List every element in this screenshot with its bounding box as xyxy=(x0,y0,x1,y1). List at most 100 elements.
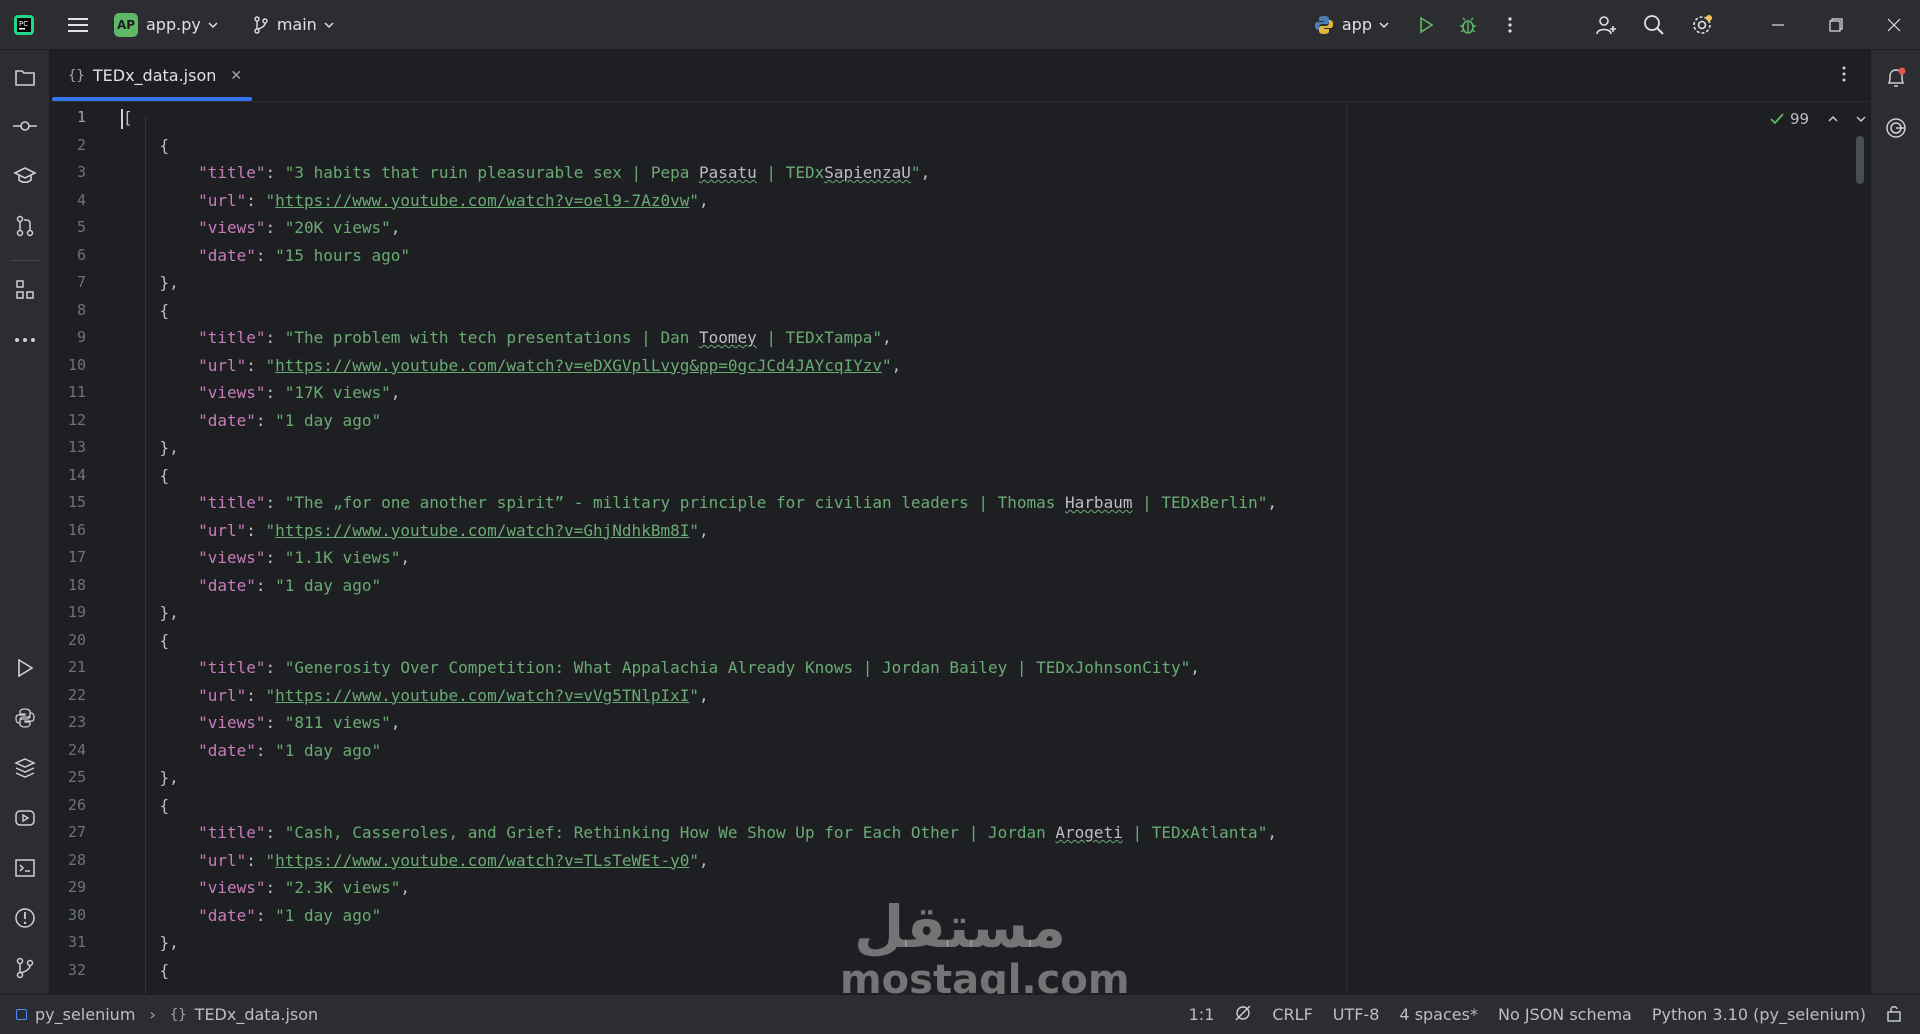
structure-icon[interactable] xyxy=(9,274,41,306)
line-number[interactable]: 18 xyxy=(50,572,86,600)
python-interpreter[interactable]: Python 3.10 (py_selenium) xyxy=(1652,1005,1866,1024)
code-line[interactable]: "title": "The „for one another spirit” -… xyxy=(121,489,1277,517)
code-line[interactable]: "date": "1 day ago" xyxy=(121,737,381,765)
vertical-scrollbar[interactable] xyxy=(1856,136,1864,184)
close-tab-icon[interactable]: ✕ xyxy=(230,68,242,84)
code-line[interactable]: { xyxy=(121,132,170,160)
line-number[interactable]: 21 xyxy=(50,654,86,682)
code-line[interactable]: "title": "The problem with tech presenta… xyxy=(121,324,892,352)
code-token[interactable]: https://www.youtube.com/watch?v=TLsTeWEt… xyxy=(275,851,689,870)
tab-options-icon[interactable] xyxy=(1842,66,1846,86)
code-line[interactable]: "url": "https://www.youtube.com/watch?v=… xyxy=(121,352,901,380)
close-window-icon[interactable] xyxy=(1876,7,1912,43)
code-line[interactable]: "date": "1 day ago" xyxy=(121,572,381,600)
indent-setting[interactable]: 4 spaces* xyxy=(1399,1005,1478,1024)
chevron-up-icon[interactable] xyxy=(1827,113,1839,125)
more-tools-icon[interactable] xyxy=(9,324,41,356)
code-line[interactable]: "views": "17K views", xyxy=(121,379,400,407)
code-line[interactable]: { xyxy=(121,627,170,655)
chevron-down-icon[interactable] xyxy=(1855,113,1867,125)
line-number[interactable]: 4 xyxy=(50,187,86,215)
line-number[interactable]: 7 xyxy=(50,269,86,297)
terminal-icon[interactable] xyxy=(9,852,41,884)
line-number[interactable]: 24 xyxy=(50,737,86,765)
branch-selector[interactable]: main xyxy=(253,15,335,34)
code-line[interactable]: "date": "15 hours ago" xyxy=(121,242,410,270)
learn-icon[interactable] xyxy=(9,160,41,192)
code-line[interactable]: "date": "1 day ago" xyxy=(121,407,381,435)
code-line[interactable]: }, xyxy=(121,269,179,297)
code-line[interactable]: { xyxy=(121,462,170,490)
code-line[interactable]: "title": "Generosity Over Competition: W… xyxy=(121,654,1200,682)
project-selector[interactable]: AP app.py xyxy=(114,12,219,37)
commit-icon[interactable] xyxy=(9,110,41,142)
code-token[interactable]: https://www.youtube.com/watch?v=vVg5TNlp… xyxy=(275,686,689,705)
code-line[interactable]: "url": "https://www.youtube.com/watch?v=… xyxy=(121,847,709,875)
line-number[interactable]: 11 xyxy=(50,379,86,407)
file-encoding[interactable]: UTF-8 xyxy=(1333,1005,1380,1024)
code-line[interactable]: "url": "https://www.youtube.com/watch?v=… xyxy=(121,682,709,710)
line-number[interactable]: 10 xyxy=(50,352,86,380)
restore-icon[interactable] xyxy=(1818,7,1854,43)
line-number[interactable]: 28 xyxy=(50,847,86,875)
code-line[interactable]: "url": "https://www.youtube.com/watch?v=… xyxy=(121,517,709,545)
code-line[interactable]: "views": "811 views", xyxy=(121,709,400,737)
code-line[interactable]: "title": "3 habits that ruin pleasurable… xyxy=(121,159,930,187)
line-number[interactable]: 2 xyxy=(50,132,86,160)
tab-tedx-data-json[interactable]: {} TEDx_data.json ✕ xyxy=(52,50,252,101)
line-number[interactable]: 20 xyxy=(50,627,86,655)
settings-gear-icon[interactable] xyxy=(1684,7,1720,43)
inspections-off-icon[interactable] xyxy=(1234,1004,1252,1026)
caret-position[interactable]: 1:1 xyxy=(1189,1005,1215,1024)
code-line[interactable]: "title": "Cash, Casseroles, and Grief: R… xyxy=(121,819,1277,847)
code-token[interactable]: https://www.youtube.com/watch?v=eDXGVplL… xyxy=(275,356,882,375)
run-icon[interactable] xyxy=(1408,7,1444,43)
code-line[interactable]: { xyxy=(121,297,170,325)
breadcrumb-project[interactable]: py_selenium xyxy=(35,1005,135,1024)
line-number[interactable]: 16 xyxy=(50,517,86,545)
main-menu-icon[interactable] xyxy=(60,7,96,43)
pull-requests-icon[interactable] xyxy=(9,210,41,242)
line-number[interactable]: 8 xyxy=(50,297,86,325)
code-line[interactable]: }, xyxy=(121,434,179,462)
more-actions-icon[interactable] xyxy=(1492,7,1528,43)
inspection-widget[interactable]: 99 xyxy=(1770,110,1867,128)
line-number[interactable]: 27 xyxy=(50,819,86,847)
code-line[interactable]: }, xyxy=(121,764,179,792)
line-number[interactable]: 29 xyxy=(50,874,86,902)
run-config-selector[interactable]: app xyxy=(1314,15,1390,35)
line-number[interactable]: 32 xyxy=(50,957,86,985)
line-number[interactable]: 3 xyxy=(50,159,86,187)
line-number[interactable]: 25 xyxy=(50,764,86,792)
run-tool-icon[interactable] xyxy=(9,652,41,684)
add-user-icon[interactable] xyxy=(1588,7,1624,43)
breadcrumb-file[interactable]: TEDx_data.json xyxy=(195,1005,319,1024)
notifications-icon[interactable] xyxy=(1880,62,1912,94)
json-schema[interactable]: No JSON schema xyxy=(1498,1005,1632,1024)
line-number[interactable]: 12 xyxy=(50,407,86,435)
code-line[interactable]: "views": "1.1K views", xyxy=(121,544,410,572)
line-ending[interactable]: CRLF xyxy=(1272,1005,1312,1024)
debug-icon[interactable] xyxy=(1450,7,1486,43)
services-icon[interactable] xyxy=(9,802,41,834)
code-line[interactable]: }, xyxy=(121,599,179,627)
line-number[interactable]: 22 xyxy=(50,682,86,710)
line-number[interactable]: 30 xyxy=(50,902,86,930)
line-number[interactable]: 13 xyxy=(50,434,86,462)
code-token[interactable]: https://www.youtube.com/watch?v=GhjNdhkB… xyxy=(275,521,689,540)
line-number[interactable]: 9 xyxy=(50,324,86,352)
line-number[interactable]: 17 xyxy=(50,544,86,572)
problems-icon[interactable] xyxy=(9,902,41,934)
version-control-icon[interactable] xyxy=(9,952,41,984)
code-line[interactable]: { xyxy=(121,957,170,985)
unlock-icon[interactable] xyxy=(1886,1004,1902,1026)
line-number[interactable]: 5 xyxy=(50,214,86,242)
code-line[interactable]: "views": "2.3K views", xyxy=(121,874,410,902)
python-packages-icon[interactable] xyxy=(9,752,41,784)
minimize-icon[interactable] xyxy=(1760,7,1796,43)
code-token[interactable]: https://www.youtube.com/watch?v=oel9-7Az… xyxy=(275,191,689,210)
line-number[interactable]: 1 xyxy=(50,104,86,132)
code-line[interactable]: "url": "https://www.youtube.com/watch?v=… xyxy=(121,187,709,215)
project-folder-icon[interactable] xyxy=(9,62,41,94)
code-line[interactable]: }, xyxy=(121,929,179,957)
